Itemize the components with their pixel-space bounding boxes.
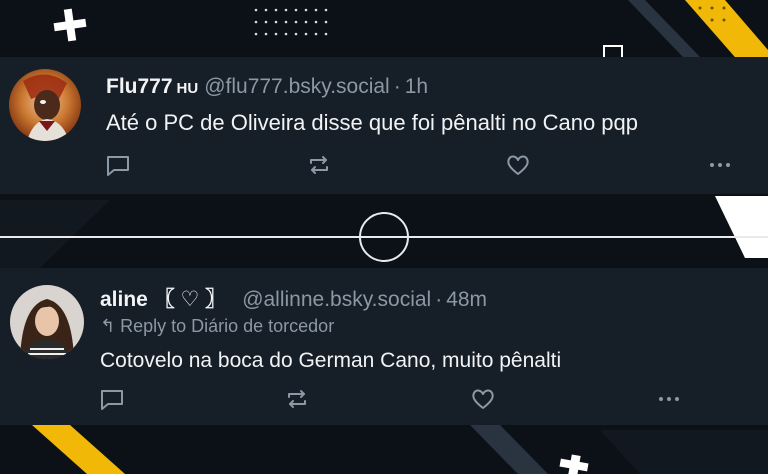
reply-button[interactable] [104,151,132,179]
like-button[interactable] [469,385,497,413]
more-icon [710,163,730,167]
post-card[interactable]: Flu777 HU @flu777.bsky.social · 1h Até o PC … [0,57,768,194]
repost-icon [310,156,328,174]
more-icon [659,397,679,401]
timestamp[interactable]: 48m [446,288,487,311]
reply-to-link[interactable]: ↰ Reply to Diário de torcedor [100,316,334,337]
repost-button[interactable] [305,151,333,179]
handle[interactable]: @allinne.bsky.social [242,288,431,311]
handle[interactable]: @flu777.bsky.social [204,75,390,98]
reply-icon [101,390,123,410]
separator: · [435,288,443,311]
display-name[interactable]: Flu777 [106,75,173,98]
post-header: aline 〖 ♡ 〗 @allinne.bsky.social · 48m [100,287,487,313]
avatar[interactable] [10,285,84,359]
timestamp[interactable]: 1h [405,75,428,98]
post-card[interactable]: aline 〖 ♡ 〗 @allinne.bsky.social · 48m ↰ Re… [0,268,768,425]
avatar[interactable] [9,69,81,141]
separator: · [393,75,401,98]
post-text: Cotovelo na boca do German Cano, muito p… [100,349,562,372]
reply-icon [107,156,129,176]
user-badge: HU [176,80,199,97]
reply-button[interactable] [98,385,126,413]
display-name[interactable]: aline 〖 ♡ 〗 [100,288,226,311]
repost-icon [288,390,306,408]
like-icon [507,155,529,175]
like-button[interactable] [504,151,532,179]
more-options-button[interactable] [706,151,734,179]
like-icon [472,389,494,409]
more-options-button[interactable] [655,385,683,413]
post-text: Até o PC de Oliveira disse que foi pênal… [106,110,638,135]
post-header: Flu777 HU @flu777.bsky.social · 1h [106,74,428,102]
repost-button[interactable] [283,385,311,413]
